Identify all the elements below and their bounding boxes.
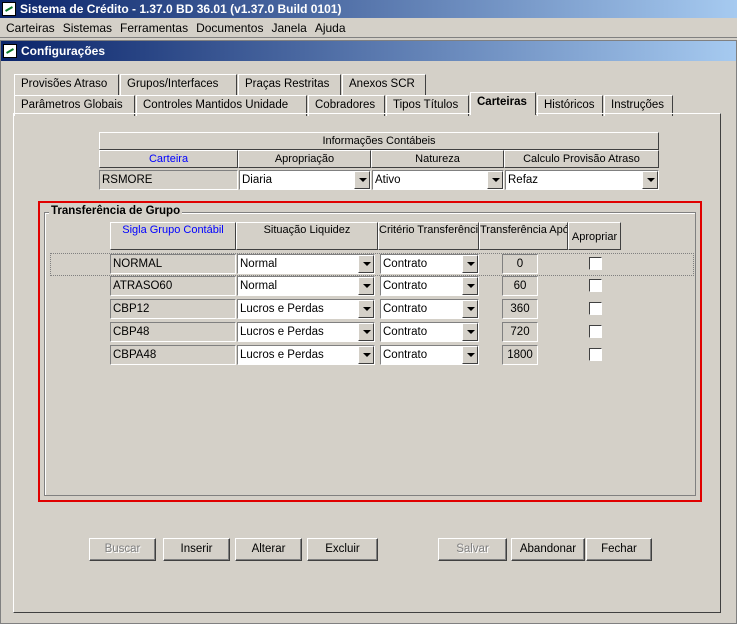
header-criterio-transferencia[interactable]: Critério Transferência — [378, 222, 479, 250]
situacao-select[interactable]: Lucros e Perdas — [237, 299, 375, 319]
menu-sistemas[interactable]: Sistemas — [59, 21, 116, 35]
menu-documentos[interactable]: Documentos — [192, 21, 267, 35]
abandonar-button[interactable]: Abandonar — [511, 538, 585, 561]
window-titlebar: Configurações — [1, 41, 736, 61]
criterio-select[interactable]: Contrato — [380, 322, 479, 342]
sigla-field[interactable]: CBPA48 — [110, 345, 236, 365]
chevron-down-icon[interactable] — [462, 277, 478, 295]
inserir-button[interactable]: Inserir — [163, 538, 230, 561]
criterio-select[interactable]: Contrato — [380, 299, 479, 319]
tab-grupos-interfaces[interactable]: Grupos/Interfaces — [120, 74, 237, 95]
apropriar-checkbox[interactable] — [589, 279, 602, 292]
header-apropriacao[interactable]: Apropriação — [238, 150, 371, 168]
sigla-field[interactable]: ATRASO60 — [110, 276, 236, 296]
criterio-value: Contrato — [383, 326, 428, 338]
situacao-value: Lucros e Perdas — [240, 303, 324, 315]
chevron-down-icon[interactable] — [358, 346, 374, 364]
tab-pracas-restritas[interactable]: Praças Restritas — [238, 74, 341, 95]
situacao-value: Lucros e Perdas — [240, 349, 324, 361]
chevron-down-icon[interactable] — [358, 277, 374, 295]
criterio-select[interactable]: Contrato — [380, 345, 479, 365]
contabeis-title: Informações Contábeis — [99, 132, 659, 150]
apropriacao-select[interactable]: Diaria — [239, 170, 371, 190]
situacao-value: Normal — [240, 258, 278, 270]
calculo-value: Refaz — [508, 174, 539, 186]
apropriar-checkbox[interactable] — [589, 348, 602, 361]
menu-bar: Carteiras Sistemas Ferramentas Documento… — [0, 18, 737, 38]
situacao-value: Normal — [240, 280, 278, 292]
tab-anexos-scr[interactable]: Anexos SCR — [342, 74, 426, 95]
alterar-button[interactable]: Alterar — [235, 538, 302, 561]
natureza-value: Ativo — [375, 174, 401, 186]
situacao-select[interactable]: Lucros e Perdas — [237, 322, 375, 342]
dias-field[interactable]: 720 — [502, 322, 538, 342]
dias-field[interactable]: 0 — [502, 254, 538, 274]
header-calculo-provisao[interactable]: Calculo Provisão Atraso — [504, 150, 659, 168]
header-apropriar[interactable]: Apropriar — [568, 222, 621, 250]
menu-ajuda[interactable]: Ajuda — [311, 21, 350, 35]
apropriacao-value: Diaria — [242, 174, 273, 186]
header-natureza[interactable]: Natureza — [371, 150, 504, 168]
criterio-select[interactable]: Contrato — [380, 254, 479, 274]
carteira-field[interactable]: RSMORE — [99, 170, 238, 190]
sigla-field[interactable]: CBP12 — [110, 299, 236, 319]
menu-carteiras[interactable]: Carteiras — [2, 21, 59, 35]
criterio-value: Contrato — [383, 258, 428, 270]
chevron-down-icon[interactable] — [358, 323, 374, 341]
tab-provisoes-atraso[interactable]: Provisões Atraso — [14, 74, 119, 95]
app-title: Sistema de Crédito - 1.37.0 BD 36.01 (v1… — [20, 2, 342, 16]
header-situacao-liquidez[interactable]: Situação Liquidez — [236, 222, 378, 250]
transferencia-title: Transferência de Grupo — [49, 205, 183, 217]
chevron-down-icon[interactable] — [354, 171, 370, 189]
salvar-button[interactable]: Salvar — [438, 538, 507, 561]
criterio-select[interactable]: Contrato — [380, 276, 479, 296]
situacao-select[interactable]: Normal — [237, 254, 375, 274]
situacao-value: Lucros e Perdas — [240, 326, 324, 338]
dias-field[interactable]: 360 — [502, 299, 538, 319]
situacao-select[interactable]: Normal — [237, 276, 375, 296]
chevron-down-icon[interactable] — [462, 255, 478, 273]
header-sigla-grupo[interactable]: Sigla Grupo Contábil — [110, 222, 236, 250]
header-transferencia-dias[interactable]: Transferência Após Dias Atraso — [479, 222, 568, 250]
natureza-select[interactable]: Ativo — [372, 170, 504, 190]
criterio-value: Contrato — [383, 303, 428, 315]
criterio-value: Contrato — [383, 349, 428, 361]
sigla-field[interactable]: NORMAL — [110, 254, 236, 274]
chevron-down-icon[interactable] — [642, 171, 658, 189]
menu-janela[interactable]: Janela — [267, 21, 310, 35]
apropriar-checkbox[interactable] — [589, 257, 602, 270]
situacao-select[interactable]: Lucros e Perdas — [237, 345, 375, 365]
fechar-button[interactable]: Fechar — [586, 538, 652, 561]
dias-field[interactable]: 1800 — [502, 345, 538, 365]
calculo-select[interactable]: Refaz — [505, 170, 659, 190]
tab-carteiras[interactable]: Carteiras — [470, 92, 536, 115]
sigla-field[interactable]: CBP48 — [110, 322, 236, 342]
chevron-down-icon[interactable] — [462, 346, 478, 364]
window-title: Configurações — [21, 44, 106, 58]
excluir-button[interactable]: Excluir — [307, 538, 378, 561]
window-icon — [3, 44, 17, 58]
chevron-down-icon[interactable] — [358, 300, 374, 318]
app-titlebar: Sistema de Crédito - 1.37.0 BD 36.01 (v1… — [0, 0, 737, 18]
apropriar-checkbox[interactable] — [589, 325, 602, 338]
chevron-down-icon[interactable] — [487, 171, 503, 189]
chevron-down-icon[interactable] — [462, 323, 478, 341]
criterio-value: Contrato — [383, 280, 428, 292]
chevron-down-icon[interactable] — [358, 255, 374, 273]
apropriar-checkbox[interactable] — [589, 302, 602, 315]
app-icon — [2, 2, 16, 16]
buscar-button[interactable]: Buscar — [89, 538, 156, 561]
menu-ferramentas[interactable]: Ferramentas — [116, 21, 192, 35]
header-carteira[interactable]: Carteira — [99, 150, 238, 168]
chevron-down-icon[interactable] — [462, 300, 478, 318]
dias-field[interactable]: 60 — [502, 276, 538, 296]
